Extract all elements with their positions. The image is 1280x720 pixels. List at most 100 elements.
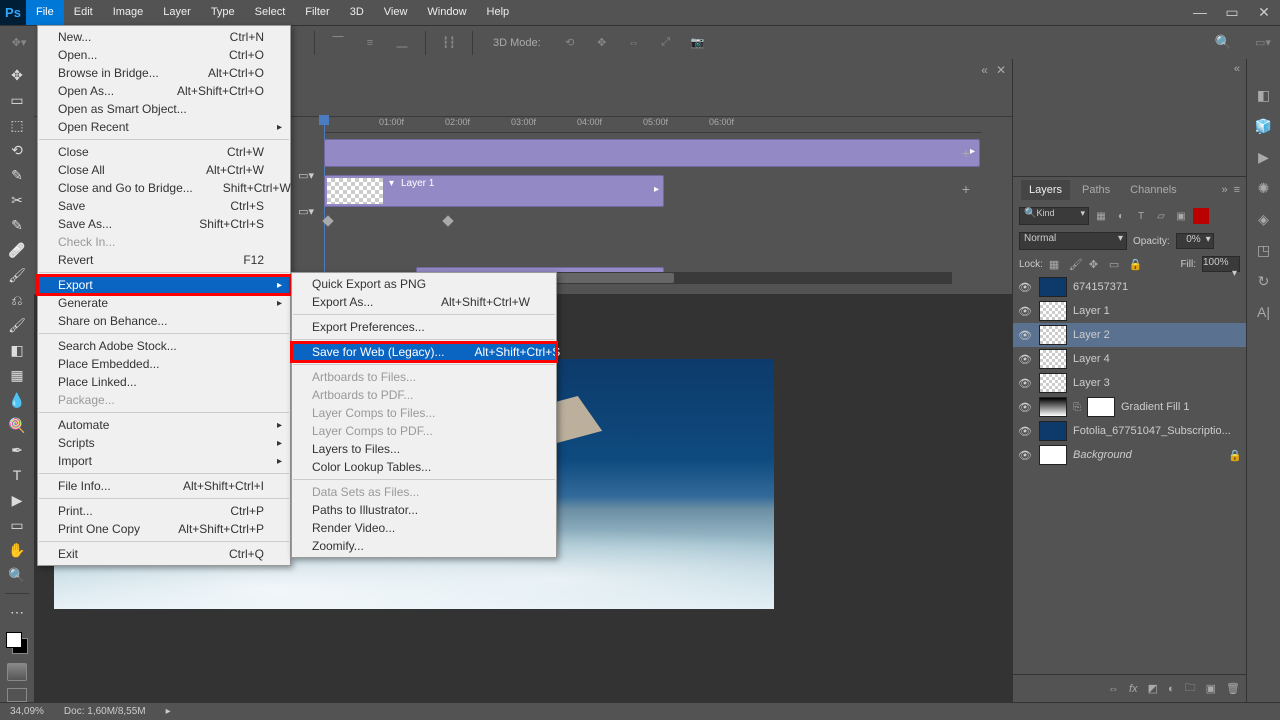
lasso-tool[interactable]: ⟲ — [5, 139, 29, 161]
doc-size[interactable]: Doc: 1,60M/8,55M — [64, 706, 146, 717]
eyedropper-tool[interactable]: ✎ — [5, 214, 29, 236]
layer-name[interactable]: Layer 3 — [1073, 377, 1242, 389]
add-media-button[interactable]: + — [958, 145, 974, 161]
layer-thumbnail[interactable] — [1039, 301, 1067, 321]
filter-type-icon[interactable]: T — [1133, 208, 1149, 224]
history-brush-tool[interactable]: 🖌 — [5, 314, 29, 336]
menu-item-browse-in-bridge[interactable]: Browse in Bridge...Alt+Ctrl+O — [38, 64, 290, 82]
lock-all-icon[interactable]: 🔒 — [1129, 258, 1143, 271]
3d-orbit-icon[interactable]: ⟲ — [561, 34, 579, 52]
layer-name[interactable]: Background — [1073, 449, 1222, 461]
add-media-button[interactable]: + — [958, 181, 974, 197]
align-bottom-icon[interactable]: ⎽ — [393, 34, 411, 52]
filter-pixel-icon[interactable]: ▦ — [1093, 208, 1109, 224]
align-vcenter-icon[interactable]: ≡ — [361, 34, 379, 52]
menu-item-color-lookup-tables[interactable]: Color Lookup Tables... — [292, 458, 556, 476]
layer-row[interactable]: 👁Layer 4 — [1013, 347, 1246, 371]
menu-item-automate[interactable]: Automate — [38, 416, 290, 434]
menu-item-scripts[interactable]: Scripts — [38, 434, 290, 452]
color-swatches[interactable] — [6, 632, 28, 654]
visibility-toggle[interactable]: 👁 — [1017, 377, 1033, 390]
menu-item-revert[interactable]: RevertF12 — [38, 251, 290, 269]
layer-row[interactable]: 👁Background🔒 — [1013, 443, 1246, 467]
panel-collapse-icon[interactable]: « — [981, 63, 988, 77]
layer-row[interactable]: 👁Fotolia_67751047_Subscriptio... — [1013, 419, 1246, 443]
menu-3d[interactable]: 3D — [340, 0, 374, 25]
menu-item-exit[interactable]: ExitCtrl+Q — [38, 545, 290, 563]
menu-item-print-one-copy[interactable]: Print One CopyAlt+Shift+Ctrl+P — [38, 520, 290, 538]
close-button[interactable]: ✕ — [1248, 0, 1280, 25]
arrange-icon[interactable]: ◧ — [1257, 87, 1270, 104]
menu-item-import[interactable]: Import — [38, 452, 290, 470]
visibility-toggle[interactable]: 👁 — [1017, 329, 1033, 342]
visibility-toggle[interactable]: 👁 — [1017, 305, 1033, 318]
lock-pixels-icon[interactable]: 🖌 — [1069, 258, 1083, 271]
menu-file[interactable]: File — [26, 0, 64, 25]
layer-thumbnail[interactable] — [1039, 445, 1067, 465]
menu-edit[interactable]: Edit — [64, 0, 103, 25]
workspace-switcher[interactable]: ▭▾ — [1254, 34, 1272, 52]
type-tool[interactable]: T — [5, 464, 29, 486]
layer-thumbnail[interactable] — [1039, 277, 1067, 297]
menu-item-paths-to-illustrator[interactable]: Paths to Illustrator... — [292, 501, 556, 519]
menu-item-file-info[interactable]: File Info...Alt+Shift+Ctrl+I — [38, 477, 290, 495]
tab-paths[interactable]: Paths — [1074, 180, 1118, 200]
minimize-button[interactable]: — — [1184, 0, 1216, 25]
panel-menu-icon[interactable]: ≡ — [1234, 184, 1240, 196]
menu-layer[interactable]: Layer — [153, 0, 201, 25]
menu-item-export[interactable]: Export — [38, 276, 290, 294]
3d-slide-icon[interactable]: ⇔ — [625, 34, 643, 52]
timeline-track-area[interactable]: 01:00f02:00f03:00f04:00f05:00f06:00f ▸ +… — [324, 117, 982, 284]
blur-tool[interactable]: 💧 — [5, 389, 29, 411]
align-top-icon[interactable]: ⎺ — [329, 34, 347, 52]
layer-thumbnail[interactable] — [1039, 349, 1067, 369]
3d-scale-icon[interactable]: ⤢ — [657, 34, 675, 52]
clone-tool[interactable]: ⎌ — [5, 289, 29, 311]
menu-item-open-as[interactable]: Open As...Alt+Shift+Ctrl+O — [38, 82, 290, 100]
quick-select-tool[interactable]: ✎ — [5, 164, 29, 186]
menu-item-quick-export-as-png[interactable]: Quick Export as PNG — [292, 275, 556, 293]
properties-icon[interactable]: ◳ — [1257, 242, 1270, 259]
layer-name[interactable]: Layer 4 — [1073, 353, 1242, 365]
visibility-toggle[interactable]: 👁 — [1017, 425, 1033, 438]
layer-name[interactable]: Gradient Fill 1 — [1121, 401, 1242, 413]
menu-item-new[interactable]: New...Ctrl+N — [38, 28, 290, 46]
pen-tool[interactable]: ✒ — [5, 439, 29, 461]
filter-shape-icon[interactable]: ▱ — [1153, 208, 1169, 224]
move-tool[interactable]: ✥ — [5, 64, 29, 86]
threed-icon[interactable]: 🧊 — [1255, 118, 1272, 135]
track-menu-icon[interactable]: ▭▾ — [298, 169, 314, 182]
layer1-clip[interactable]: ▾ Layer 1 ▸ — [324, 175, 664, 207]
new-layer-icon[interactable]: ▣ — [1206, 682, 1216, 695]
filter-adjust-icon[interactable]: ◐ — [1113, 208, 1129, 224]
menu-item-search-adobe-stock[interactable]: Search Adobe Stock... — [38, 337, 290, 355]
edit-toolbar[interactable]: ⋯ — [5, 601, 29, 623]
character-icon[interactable]: A| — [1257, 304, 1270, 320]
menu-item-open-recent[interactable]: Open Recent — [38, 118, 290, 136]
panel-expand-icon[interactable]: « — [1013, 59, 1246, 79]
play-icon[interactable]: ▶ — [1258, 149, 1269, 166]
search-icon[interactable]: 🔍 — [1215, 34, 1232, 51]
layer-thumbnail[interactable] — [1039, 373, 1067, 393]
menu-item-share-on-behance[interactable]: Share on Behance... — [38, 312, 290, 330]
zoom-tool[interactable]: 🔍 — [5, 564, 29, 586]
layer-style-icon[interactable]: fx — [1129, 683, 1138, 695]
menu-item-save[interactable]: SaveCtrl+S — [38, 197, 290, 215]
menu-window[interactable]: Window — [417, 0, 476, 25]
brush-tool[interactable]: 🖌 — [5, 264, 29, 286]
menu-select[interactable]: Select — [245, 0, 296, 25]
layers-shortcut-icon[interactable]: ◈ — [1258, 211, 1269, 228]
menu-item-open[interactable]: Open...Ctrl+O — [38, 46, 290, 64]
link-layers-icon[interactable]: ⇔ — [1108, 683, 1119, 695]
layer-thumbnail[interactable] — [1039, 397, 1067, 417]
zoom-level[interactable]: 34,09% — [10, 706, 44, 717]
timeline-ruler[interactable]: 01:00f02:00f03:00f04:00f05:00f06:00f — [324, 117, 982, 133]
menu-item-close-and-go-to-bridge[interactable]: Close and Go to Bridge...Shift+Ctrl+W — [38, 179, 290, 197]
layer-row[interactable]: 👁Layer 1 — [1013, 299, 1246, 323]
delete-layer-icon[interactable]: 🗑 — [1226, 682, 1240, 695]
screen-mode-toggle[interactable] — [7, 688, 27, 702]
filter-kind-select[interactable]: 🔍Kind — [1019, 207, 1089, 225]
layer-name[interactable]: 674157371 — [1073, 281, 1242, 293]
menu-type[interactable]: Type — [201, 0, 245, 25]
layer-row[interactable]: 👁⎘Gradient Fill 1 — [1013, 395, 1246, 419]
